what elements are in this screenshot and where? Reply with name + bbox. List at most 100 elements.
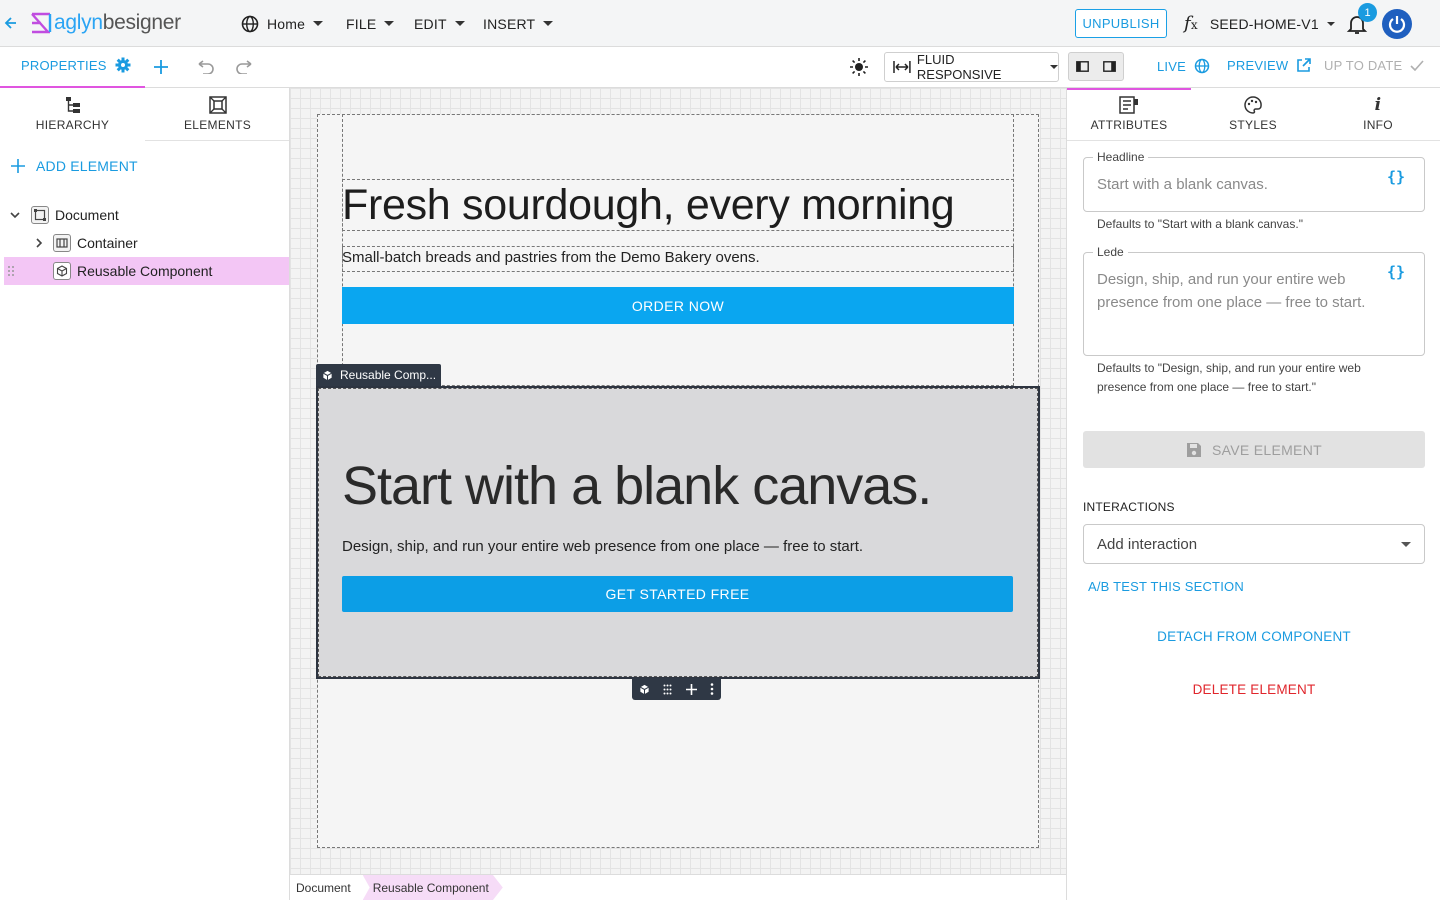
logo-text-a: aglyn xyxy=(54,11,103,34)
reusable-component-inner xyxy=(318,388,1038,677)
logo-mark-icon xyxy=(31,12,52,34)
logo-text-b: besigner xyxy=(102,11,181,34)
component-title[interactable]: Start with a blank canvas. xyxy=(342,454,932,518)
menu-edit[interactable]: EDIT xyxy=(414,0,465,47)
right-panel-toggle[interactable] xyxy=(1096,53,1123,80)
plus-icon[interactable] xyxy=(153,59,169,75)
live-label: LIVE xyxy=(1157,58,1186,74)
menu-insert[interactable]: INSERT xyxy=(483,0,554,47)
menu-insert-label: INSERT xyxy=(483,15,536,32)
tab-attributes-label: ATTRIBUTES xyxy=(1090,118,1168,132)
tree-item-document-label: Document xyxy=(55,207,119,223)
project-selector[interactable]: fx SEED-HOME-V1 xyxy=(1184,0,1335,47)
chevron-right-icon[interactable] xyxy=(33,237,45,249)
sun-icon[interactable] xyxy=(849,57,869,77)
menu-file-label: FILE xyxy=(346,15,377,32)
detach-from-component-link[interactable]: DETACH FROM COMPONENT xyxy=(1067,629,1440,644)
headline-helper: Defaults to "Start with a blank canvas." xyxy=(1097,217,1303,231)
panel-toggle xyxy=(1068,52,1124,81)
plus-icon[interactable] xyxy=(685,683,697,695)
ab-test-link[interactable]: A/B TEST THIS SECTION xyxy=(1088,579,1244,594)
right-panel: ATTRIBUTES STYLES i INFO Headline Start … xyxy=(1066,88,1440,900)
tree-item-container[interactable]: Container xyxy=(0,229,289,257)
tree-item-container-label: Container xyxy=(77,235,138,251)
avatar[interactable] xyxy=(1382,9,1412,39)
toolbar: PROPERTIES xyxy=(0,47,1440,88)
headline-input[interactable]: Start with a blank canvas. xyxy=(1097,173,1377,196)
component-subtitle[interactable]: Design, ship, and run your entire web pr… xyxy=(342,538,863,555)
left-panel: HIERARCHY ELEMENTS ADD ELEMENT Document … xyxy=(0,88,290,900)
component-toolbar xyxy=(632,678,721,700)
tab-elements-label: ELEMENTS xyxy=(183,118,252,132)
lede-helper: Defaults to "Design, ship, and run your … xyxy=(1097,361,1361,394)
back-arrow-icon[interactable] xyxy=(4,15,18,31)
menu-edit-label: EDIT xyxy=(414,15,447,32)
chevron-down-icon[interactable] xyxy=(9,209,21,221)
gear-icon xyxy=(115,57,131,73)
notification-badge: 1 xyxy=(1358,3,1377,22)
palette-icon xyxy=(1244,96,1262,114)
menu-home[interactable]: Home xyxy=(241,0,324,47)
function-icon: fx xyxy=(1184,13,1198,34)
component-tag-label: Reusable Comp... xyxy=(340,368,437,382)
drag-handle-icon[interactable] xyxy=(663,684,672,695)
redo-icon[interactable] xyxy=(235,60,253,74)
tab-elements[interactable]: ELEMENTS xyxy=(145,88,290,141)
publish-status-label: UP TO DATE xyxy=(1324,58,1403,73)
attributes-tab-indicator xyxy=(1067,88,1191,90)
hierarchy-icon xyxy=(65,97,80,113)
binding-icon[interactable]: {} xyxy=(1387,168,1405,186)
globe-icon xyxy=(1194,58,1210,74)
lede-label: Lede xyxy=(1093,245,1128,259)
tree-item-reusable-component[interactable]: Reusable Component xyxy=(4,257,289,285)
power-icon xyxy=(1388,16,1406,33)
save-element-button[interactable]: SAVE ELEMENT xyxy=(1083,431,1425,468)
properties-label: PROPERTIES xyxy=(21,57,107,73)
top-bar: aglynbesigner Home FILE EDIT INSERT UNPU… xyxy=(0,0,1440,47)
cube-icon xyxy=(53,262,71,280)
tree-item-document[interactable]: Document xyxy=(0,201,289,229)
more-icon[interactable] xyxy=(710,683,714,695)
container-icon xyxy=(53,234,71,252)
add-interaction-select[interactable]: Add interaction xyxy=(1083,524,1425,564)
undo-icon[interactable] xyxy=(197,60,215,74)
document-icon xyxy=(31,206,49,224)
plus-icon xyxy=(11,159,25,173)
delete-element-link[interactable]: DELETE ELEMENT xyxy=(1067,682,1440,697)
breadcrumb-document[interactable]: Document xyxy=(290,881,363,895)
preview-link[interactable]: PREVIEW xyxy=(1227,58,1312,73)
project-name: SEED-HOME-V1 xyxy=(1209,15,1319,32)
tab-hierarchy[interactable]: HIERARCHY xyxy=(0,88,145,141)
unpublish-button[interactable]: UNPUBLISH xyxy=(1075,9,1167,38)
left-panel-toggle[interactable] xyxy=(1069,53,1096,80)
app-logo[interactable]: aglynbesigner xyxy=(30,11,181,35)
check-icon xyxy=(1410,60,1424,71)
add-element-button[interactable]: ADD ELEMENT xyxy=(11,158,138,174)
order-now-button[interactable]: ORDER NOW xyxy=(342,287,1014,324)
hero-subtitle[interactable]: Small-batch breads and pastries from the… xyxy=(342,249,760,266)
tab-info[interactable]: i INFO xyxy=(1316,88,1440,141)
tab-attributes[interactable]: ATTRIBUTES xyxy=(1067,88,1191,141)
panel-left-icon xyxy=(1076,61,1089,72)
tab-styles[interactable]: STYLES xyxy=(1191,88,1315,141)
interactions-heading: INTERACTIONS xyxy=(1083,500,1175,514)
add-interaction-value: Add interaction xyxy=(1097,535,1198,553)
live-link[interactable]: LIVE xyxy=(1157,58,1210,74)
lede-input[interactable]: Design, ship, and run your entire web pr… xyxy=(1097,268,1369,314)
menu-file[interactable]: FILE xyxy=(346,0,395,47)
info-icon: i xyxy=(1374,95,1382,115)
headline-label: Headline xyxy=(1093,150,1149,164)
attributes-icon xyxy=(1119,96,1138,114)
get-started-free-button[interactable]: GET STARTED FREE xyxy=(342,576,1013,612)
binding-icon[interactable]: {} xyxy=(1387,263,1405,281)
breadcrumb-reusable-component[interactable]: Reusable Component xyxy=(362,875,503,900)
drag-handle-icon[interactable] xyxy=(7,265,15,277)
properties-tab[interactable]: PROPERTIES xyxy=(21,57,131,73)
tree-item-reusable-component-label: Reusable Component xyxy=(77,263,213,279)
fluid-responsive-select[interactable]: FLUID RESPONSIVE xyxy=(884,52,1059,82)
cube-icon[interactable] xyxy=(639,684,650,695)
hero-title[interactable]: Fresh sourdough, every morning xyxy=(342,180,955,230)
save-icon xyxy=(1187,442,1202,457)
elements-icon xyxy=(208,96,227,114)
component-tag[interactable]: Reusable Comp... xyxy=(316,364,441,386)
